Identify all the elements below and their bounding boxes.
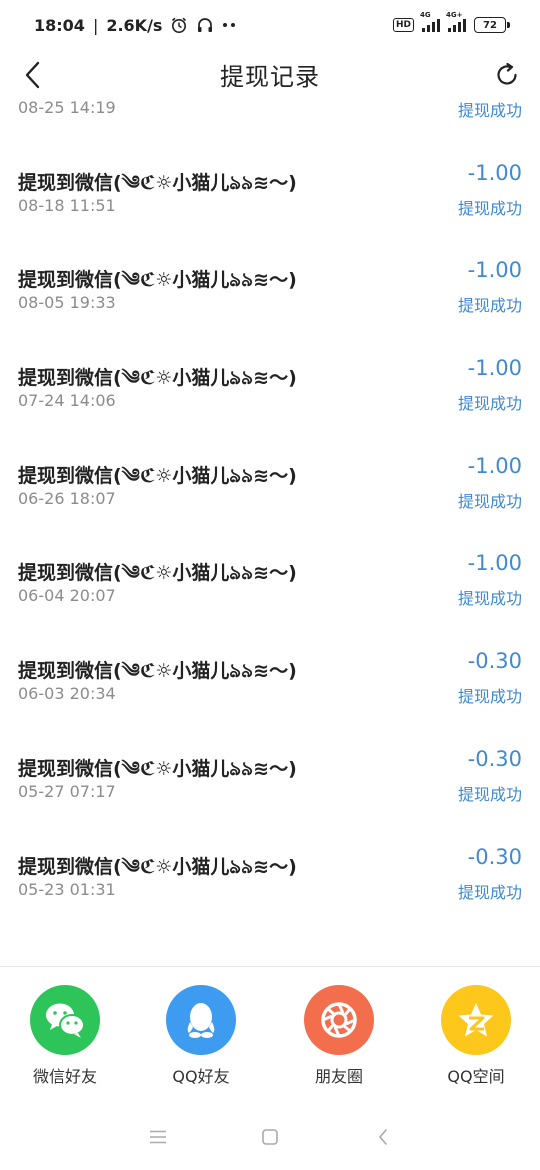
share-wechat-friend-button[interactable]: 微信好友 bbox=[5, 985, 125, 1087]
status-right: HD 4G 4G+ 72 bbox=[392, 11, 510, 33]
signal-icon-2: 4G+ bbox=[446, 11, 466, 32]
record-amount: -1.00 bbox=[467, 258, 522, 283]
share-wechat-friend-label: 微信好友 bbox=[32, 1067, 97, 1086]
status-time: 18:04 bbox=[34, 15, 85, 35]
record-row[interactable]: 提现到微信(༄ℭ☼小猫儿ঌ৯≋〜) 06-04 20:07 -1.00 提现成功 bbox=[0, 515, 540, 613]
record-amount: -1.00 bbox=[467, 356, 522, 381]
share-qq-friend-label: QQ好友 bbox=[172, 1067, 230, 1086]
system-nav-bar bbox=[0, 1115, 540, 1160]
record-row[interactable]: 提现到微信(༄ℭ☼小猫儿ঌ৯≋〜) 06-03 20:34 -0.30 提现成功 bbox=[0, 613, 540, 711]
share-moments-label: 朋友圈 bbox=[314, 1067, 363, 1086]
network-label-1: 4G bbox=[420, 11, 431, 19]
record-amount: -1.00 bbox=[467, 160, 522, 185]
record-row[interactable]: 提现到微信(༄ℭ☼小猫儿ঌ৯≋〜) 05-23 01:31 -0.30 提现成功 bbox=[0, 809, 540, 907]
record-status: 提现成功 bbox=[457, 491, 522, 511]
record-date: 07-24 14:06 bbox=[18, 391, 116, 411]
headphones-icon bbox=[196, 16, 214, 34]
refresh-button[interactable] bbox=[490, 58, 524, 92]
alarm-icon bbox=[170, 16, 188, 34]
records-container: 提现到微信(༄ℭ☼小猫儿ঌ৯≋〜)08-25 14:19-1.00提现成功提现到… bbox=[0, 100, 540, 906]
record-status: 提现成功 bbox=[457, 101, 522, 120]
chevron-left-icon bbox=[25, 61, 40, 89]
menu-icon bbox=[150, 1130, 166, 1144]
record-row[interactable]: 提现到微信(༄ℭ☼小猫儿ঌ৯≋〜) 07-24 14:06 -1.00 提现成功 bbox=[0, 320, 540, 418]
refresh-icon bbox=[497, 62, 517, 85]
status-bar: 18:04 | 2.6K/s HD 4G 4G+ 72 bbox=[0, 0, 540, 50]
back-triangle-icon bbox=[378, 1129, 387, 1145]
record-date: 08-18 11:51 bbox=[18, 195, 116, 215]
record-amount: -1.00 bbox=[467, 551, 522, 576]
network-label-2: 4G+ bbox=[446, 11, 463, 19]
record-date: 08-25 14:19 bbox=[18, 100, 116, 117]
record-status: 提现成功 bbox=[457, 784, 522, 804]
qq-icon bbox=[166, 985, 236, 1055]
record-date: 05-27 07:17 bbox=[18, 781, 116, 801]
share-moments-button[interactable]: 朋友圈 bbox=[279, 985, 399, 1087]
record-date: 08-05 19:33 bbox=[18, 293, 116, 313]
status-left: 18:04 | 2.6K/s bbox=[34, 16, 236, 35]
more-dots-icon bbox=[222, 22, 236, 28]
record-row[interactable]: 提现到微信(༄ℭ☼小猫儿ঌ৯≋〜)08-25 14:19-1.00提现成功 bbox=[0, 100, 540, 125]
record-amount: -0.30 bbox=[467, 746, 522, 771]
record-amount: -0.30 bbox=[467, 649, 522, 674]
page-title: 提现记录 bbox=[220, 62, 320, 91]
header: 提现记录 bbox=[0, 50, 540, 98]
record-status: 提现成功 bbox=[457, 198, 522, 218]
record-date: 06-26 18:07 bbox=[18, 488, 116, 508]
record-date: 06-04 20:07 bbox=[18, 586, 116, 606]
record-status: 提现成功 bbox=[457, 394, 522, 414]
moments-icon bbox=[304, 985, 374, 1055]
signal-icon: 4G bbox=[420, 11, 440, 32]
hd-badge: HD bbox=[392, 18, 414, 32]
record-row[interactable]: 提现到微信(༄ℭ☼小猫儿ঌ৯≋〜) 06-26 18:07 -1.00 提现成功 bbox=[0, 418, 540, 516]
back-button[interactable] bbox=[16, 58, 50, 92]
record-amount: -1.00 bbox=[467, 453, 522, 478]
share-qq-friend-button[interactable]: QQ好友 bbox=[141, 985, 261, 1087]
share-bar: 微信好友 QQ好友 朋友圈 QQ空间 bbox=[0, 985, 540, 1095]
battery-level: 72 bbox=[483, 19, 497, 31]
nav-back-button[interactable] bbox=[363, 1117, 403, 1157]
home-square-icon bbox=[262, 1129, 278, 1145]
share-qzone-label: QQ空间 bbox=[447, 1067, 505, 1086]
record-row[interactable]: 提现到微信(༄ℭ☼小猫儿ঌ৯≋〜) 05-27 07:17 -0.30 提现成功 bbox=[0, 711, 540, 809]
home-button[interactable] bbox=[250, 1117, 290, 1157]
records-list[interactable]: 提现到微信(༄ℭ☼小猫儿ঌ৯≋〜)08-25 14:19-1.00提现成功提现到… bbox=[0, 100, 540, 965]
status-separator: | bbox=[92, 15, 99, 35]
record-row[interactable]: 提现到微信(༄ℭ☼小猫儿ঌ৯≋〜) 08-05 19:33 -1.00 提现成功 bbox=[0, 222, 540, 320]
record-row[interactable]: 提现到微信(༄ℭ☼小猫儿ঌ৯≋〜) 08-18 11:51 -1.00 提现成功 bbox=[0, 125, 540, 223]
record-status: 提现成功 bbox=[457, 296, 522, 316]
status-speed: 2.6K/s bbox=[106, 15, 163, 35]
record-amount: -0.30 bbox=[467, 844, 522, 869]
record-status: 提现成功 bbox=[457, 687, 522, 707]
record-status: 提现成功 bbox=[457, 882, 522, 902]
record-status: 提现成功 bbox=[457, 589, 522, 609]
menu-button[interactable] bbox=[138, 1117, 178, 1157]
battery-icon: 72 bbox=[474, 17, 510, 33]
record-date: 06-03 20:34 bbox=[18, 684, 116, 704]
record-date: 05-23 01:31 bbox=[18, 879, 116, 899]
wechat-icon bbox=[30, 985, 100, 1055]
qzone-icon bbox=[441, 985, 511, 1055]
share-qzone-button[interactable]: QQ空间 bbox=[416, 985, 536, 1087]
divider bbox=[0, 966, 540, 967]
